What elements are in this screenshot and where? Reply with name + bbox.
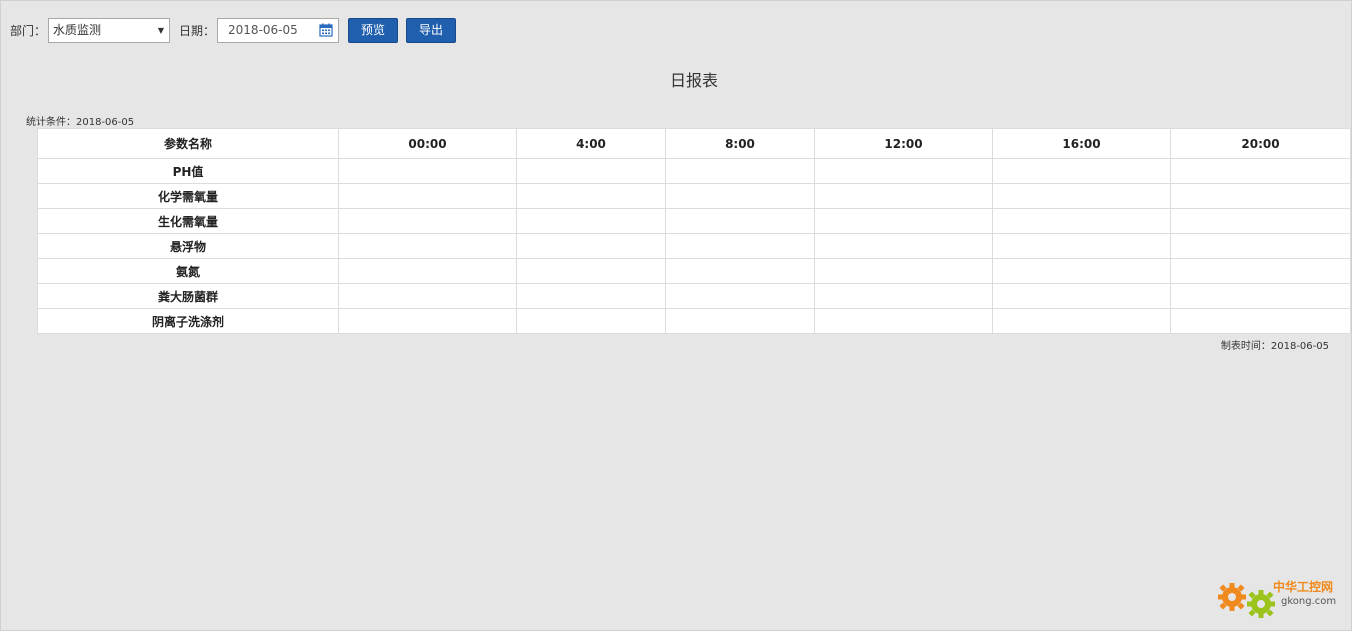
- dept-select[interactable]: 水质监测 ▼: [48, 18, 171, 43]
- table-cell: [665, 158, 815, 184]
- filter-toolbar: 部门： 水质监测 ▼ 日期： 2018-06-05 预览 导出: [10, 18, 457, 43]
- column-header: 4:00: [516, 128, 666, 159]
- watermark-cn-text: 中华工控网: [1273, 579, 1333, 594]
- table-cell: [992, 283, 1171, 309]
- table-cell: [814, 283, 993, 309]
- date-input[interactable]: 2018-06-05: [217, 18, 340, 43]
- table-cell: [516, 283, 666, 309]
- param-name: 阴离子洗涤剂: [37, 308, 339, 334]
- table-cell: [992, 233, 1171, 259]
- table-cell: [338, 308, 517, 334]
- table-cell: [665, 283, 815, 309]
- table-cell: [516, 183, 666, 209]
- table-cell: [1170, 283, 1351, 309]
- table-cell: [516, 308, 666, 334]
- table-cell: [814, 233, 993, 259]
- dept-label: 部门：: [10, 24, 47, 38]
- param-name: 生化需氧量: [37, 208, 339, 234]
- column-header: 8:00: [665, 128, 815, 159]
- date-label: 日期：: [179, 24, 216, 38]
- table-cell: [1170, 233, 1351, 259]
- param-name: 粪大肠菌群: [37, 283, 339, 309]
- param-name: PH值: [37, 158, 339, 184]
- table-cell: [1170, 208, 1351, 234]
- table-cell: [1170, 158, 1351, 184]
- table-cell: [338, 233, 517, 259]
- report-title: 日报表: [669, 71, 718, 90]
- table-cell: [665, 208, 815, 234]
- made-time: 制表时间：2018-06-05: [1220, 341, 1329, 352]
- table-cell: [338, 208, 517, 234]
- table-row: 化学需氧量: [37, 183, 1351, 209]
- table-row: 阴离子洗涤剂: [37, 308, 1351, 334]
- gkong-watermark-logo: 中华工控网 gkong.com: [1218, 579, 1336, 618]
- dropdown-arrow-icon: ▼: [157, 26, 165, 35]
- table-cell: [814, 208, 993, 234]
- dept-select-value: 水质监测: [53, 23, 102, 37]
- param-name: 化学需氧量: [37, 183, 339, 209]
- column-header: 16:00: [992, 128, 1171, 159]
- stat-condition: 统计条件：2018-06-05: [26, 117, 135, 128]
- table-cell: [1170, 308, 1351, 334]
- table-cell: [338, 183, 517, 209]
- param-name: 悬浮物: [37, 233, 339, 259]
- table-cell: [516, 158, 666, 184]
- table-cell: [665, 308, 815, 334]
- orange-gear-icon: [1218, 583, 1246, 611]
- table-cell: [665, 233, 815, 259]
- date-input-value: 2018-06-05: [228, 23, 298, 37]
- table-cell: [814, 158, 993, 184]
- table-row: 氨氮: [37, 258, 1351, 284]
- column-header: 12:00: [814, 128, 993, 159]
- table-cell: [992, 183, 1171, 209]
- calendar-icon[interactable]: [319, 23, 333, 37]
- table-cell: [516, 258, 666, 284]
- preview-button[interactable]: 预览: [348, 18, 399, 43]
- table-row: PH值: [37, 158, 1351, 184]
- page: 部门： 水质监测 ▼ 日期： 2018-06-05 预览 导出 日报表 统计条件…: [0, 0, 1352, 631]
- table-cell: [665, 258, 815, 284]
- table-cell: [992, 158, 1171, 184]
- table-row: 生化需氧量: [37, 208, 1351, 234]
- table-header-row: 参数名称 00:00 4:00 8:00 12:00 16:00 20:00: [37, 128, 1351, 159]
- table-cell: [992, 258, 1171, 284]
- table-cell: [992, 308, 1171, 334]
- table-cell: [1170, 183, 1351, 209]
- param-name: 氨氮: [37, 258, 339, 284]
- report-table: 参数名称 00:00 4:00 8:00 12:00 16:00 20:00 P…: [37, 128, 1351, 334]
- table-row: 悬浮物: [37, 233, 1351, 259]
- table-cell: [338, 258, 517, 284]
- table-cell: [338, 283, 517, 309]
- table-cell: [516, 208, 666, 234]
- table-cell: [338, 158, 517, 184]
- table-cell: [665, 183, 815, 209]
- column-header: 20:00: [1170, 128, 1351, 159]
- table-cell: [814, 258, 993, 284]
- column-header: 参数名称: [37, 128, 339, 159]
- table-cell: [516, 233, 666, 259]
- table-cell: [1170, 258, 1351, 284]
- green-gear-icon: [1247, 590, 1275, 618]
- column-header: 00:00: [338, 128, 517, 159]
- table-row: 粪大肠菌群: [37, 283, 1351, 309]
- watermark-url-text: gkong.com: [1281, 596, 1336, 607]
- table-cell: [814, 308, 993, 334]
- export-button[interactable]: 导出: [406, 18, 457, 43]
- table-cell: [814, 183, 993, 209]
- table-cell: [992, 208, 1171, 234]
